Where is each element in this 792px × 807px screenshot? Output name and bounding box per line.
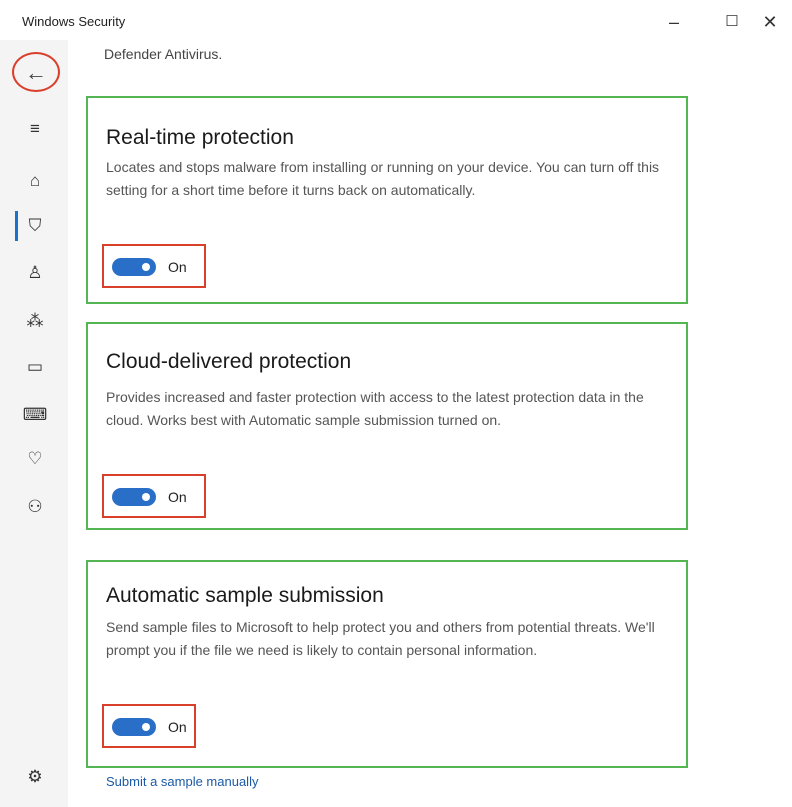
title-bar: Windows Security – ☐ ✕ bbox=[0, 0, 792, 40]
minimize-button[interactable]: – bbox=[656, 8, 692, 36]
submit-sample-link[interactable]: Submit a sample manually bbox=[106, 774, 258, 789]
realtime-protection-toggle[interactable]: On bbox=[102, 244, 206, 288]
network-icon[interactable]: ⁂ bbox=[18, 306, 52, 336]
close-button[interactable]: ✕ bbox=[752, 8, 788, 36]
account-icon[interactable]: ♙ bbox=[18, 258, 52, 288]
home-icon[interactable]: ⌂ bbox=[18, 166, 52, 196]
family-icon[interactable]: ⚇ bbox=[18, 492, 52, 522]
hamburger-menu-icon[interactable]: ≡ bbox=[18, 114, 52, 144]
app-title: Windows Security bbox=[22, 14, 126, 29]
card-description: Provides increased and faster protection… bbox=[106, 389, 644, 428]
toggle-switch[interactable] bbox=[112, 258, 156, 276]
card-description: Send sample files to Microsoft to help p… bbox=[106, 619, 655, 658]
card-title: Real-time protection bbox=[106, 126, 294, 149]
main-content: Defender Antivirus. Real-time protection… bbox=[68, 40, 792, 807]
toggle-label: On bbox=[168, 259, 187, 275]
toggle-label: On bbox=[168, 489, 187, 505]
sample-submission-card: Automatic sample submission Send sample … bbox=[86, 560, 688, 768]
cloud-protection-toggle[interactable]: On bbox=[102, 474, 206, 518]
sample-submission-toggle[interactable]: On bbox=[102, 704, 196, 748]
realtime-protection-card: Real-time protection Locates and stops m… bbox=[86, 96, 688, 304]
toggle-knob bbox=[142, 493, 150, 501]
intro-text: Defender Antivirus. bbox=[104, 46, 223, 62]
health-icon[interactable]: ♡ bbox=[18, 444, 52, 474]
toggle-knob bbox=[142, 263, 150, 271]
toggle-switch[interactable] bbox=[112, 488, 156, 506]
maximize-button[interactable]: ☐ bbox=[714, 8, 750, 36]
settings-icon[interactable]: ⚙ bbox=[18, 762, 52, 792]
sidebar: ← ≡ ⌂ ⛉ ♙ ⁂ ▭ ⌨ ♡ ⚇ ⚙ bbox=[0, 40, 68, 807]
cloud-protection-card: Cloud-delivered protection Provides incr… bbox=[86, 322, 688, 530]
back-button[interactable]: ← bbox=[12, 52, 60, 92]
card-description: Locates and stops malware from installin… bbox=[106, 159, 660, 198]
windows-security-window: Windows Security – ☐ ✕ ← ≡ ⌂ ⛉ ♙ ⁂ ▭ ⌨ ♡… bbox=[0, 0, 792, 807]
toggle-knob bbox=[142, 723, 150, 731]
card-title: Automatic sample submission bbox=[106, 584, 384, 607]
app-browser-icon[interactable]: ▭ bbox=[18, 352, 52, 382]
device-security-icon[interactable]: ⌨ bbox=[18, 400, 52, 430]
toggle-switch[interactable] bbox=[112, 718, 156, 736]
card-title: Cloud-delivered protection bbox=[106, 350, 352, 373]
toggle-label: On bbox=[168, 719, 187, 735]
shield-icon[interactable]: ⛉ bbox=[18, 211, 52, 241]
